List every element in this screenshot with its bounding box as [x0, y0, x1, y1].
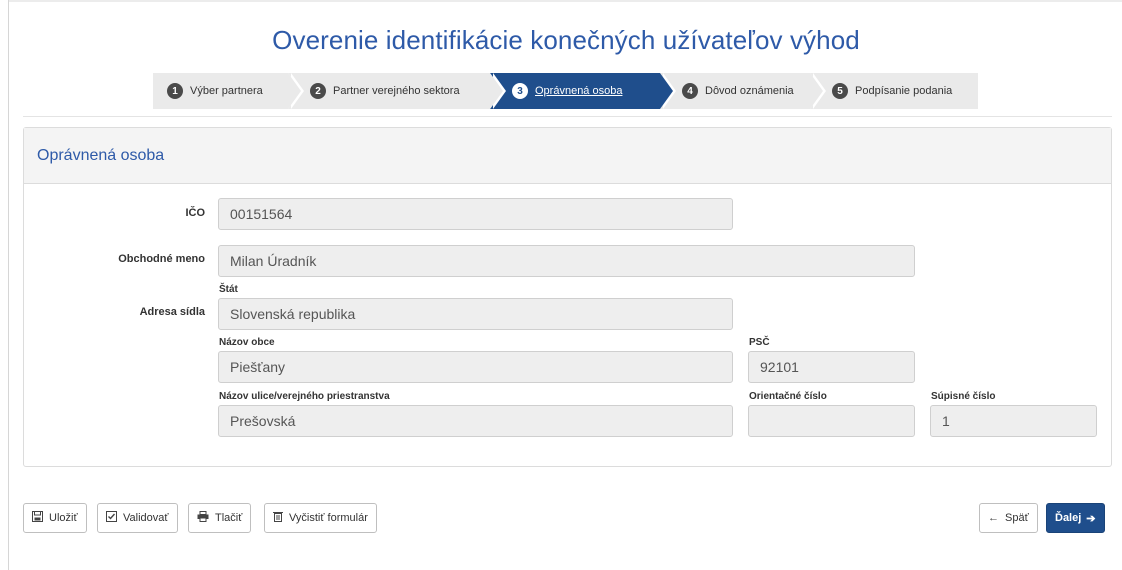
- supisne-cislo-field[interactable]: 1: [930, 405, 1097, 437]
- print-label: Tlačiť: [215, 512, 243, 524]
- wizard-step-5[interactable]: 5 Podpísanie podania: [810, 73, 978, 109]
- step-label[interactable]: Oprávnená osoba: [535, 85, 622, 97]
- next-label: Ďalej: [1055, 512, 1082, 524]
- adresa-sidla-label: Adresa sídla: [139, 306, 205, 318]
- orientacne-cislo-field[interactable]: [748, 405, 915, 437]
- save-label: Uložiť: [49, 512, 78, 524]
- nazov-obce-field[interactable]: Piešťany: [218, 351, 733, 383]
- step-label: Výber partnera: [190, 85, 263, 97]
- wizard-step-3[interactable]: 3 Oprávnená osoba: [490, 73, 676, 109]
- stat-field[interactable]: Slovenská republika: [218, 298, 733, 330]
- trash-icon: [273, 511, 283, 525]
- stat-label: Štát: [219, 284, 238, 295]
- validate-button[interactable]: Validovať: [97, 503, 178, 533]
- save-button[interactable]: Uložiť: [23, 503, 87, 533]
- next-button[interactable]: Ďalej ➔: [1046, 503, 1105, 533]
- back-label: Späť: [1005, 512, 1029, 524]
- printer-icon: [197, 511, 209, 525]
- arrow-right-icon: ➔: [1086, 512, 1096, 525]
- nazov-obce-label: Názov obce: [219, 337, 275, 348]
- print-button[interactable]: Tlačiť: [188, 503, 252, 533]
- step-number: 3: [512, 83, 528, 99]
- wizard-steps: 1 Výber partnera 2 Partner verejného sek…: [153, 73, 978, 109]
- top-border: [8, 0, 1122, 2]
- panel-heading: Oprávnená osoba: [24, 128, 1111, 184]
- wizard-divider: [23, 116, 1112, 117]
- supisne-cislo-label: Súpisné číslo: [931, 391, 996, 402]
- wizard-step-2[interactable]: 2 Partner verejného sektora: [288, 73, 506, 109]
- obchodne-meno-field[interactable]: Milan Úradník: [218, 245, 915, 277]
- ico-label: IČO: [185, 207, 205, 219]
- left-border: [8, 0, 9, 570]
- step-label: Partner verejného sektora: [333, 85, 460, 97]
- ico-field[interactable]: 00151564: [218, 198, 733, 230]
- obchodne-meno-label: Obchodné meno: [118, 253, 205, 265]
- ulica-label: Názov ulice/verejného priestranstva: [219, 391, 390, 402]
- psc-label: PSČ: [749, 337, 770, 348]
- step-number: 2: [310, 83, 326, 99]
- wizard-step-4[interactable]: 4 Dôvod oznámenia: [660, 73, 826, 109]
- step-label: Dôvod oznámenia: [705, 85, 794, 97]
- check-square-icon: [106, 511, 117, 525]
- arrow-left-icon: ←: [988, 512, 999, 524]
- clear-form-button[interactable]: Vyčistiť formulár: [264, 503, 377, 533]
- orientacne-cislo-label: Orientačné číslo: [749, 391, 827, 402]
- page-title: Overenie identifikácie konečných užívate…: [272, 25, 860, 55]
- step-number: 1: [167, 83, 183, 99]
- step-label: Podpísanie podania: [855, 85, 953, 97]
- step-number: 4: [682, 83, 698, 99]
- wizard-step-1[interactable]: 1 Výber partnera: [153, 73, 304, 109]
- ulica-field[interactable]: Prešovská: [218, 405, 733, 437]
- floppy-disk-icon: [32, 511, 43, 525]
- validate-label: Validovať: [123, 512, 169, 524]
- psc-field[interactable]: 92101: [748, 351, 915, 383]
- back-button[interactable]: ← Späť: [979, 503, 1038, 533]
- clear-form-label: Vyčistiť formulár: [289, 512, 368, 524]
- step-number: 5: [832, 83, 848, 99]
